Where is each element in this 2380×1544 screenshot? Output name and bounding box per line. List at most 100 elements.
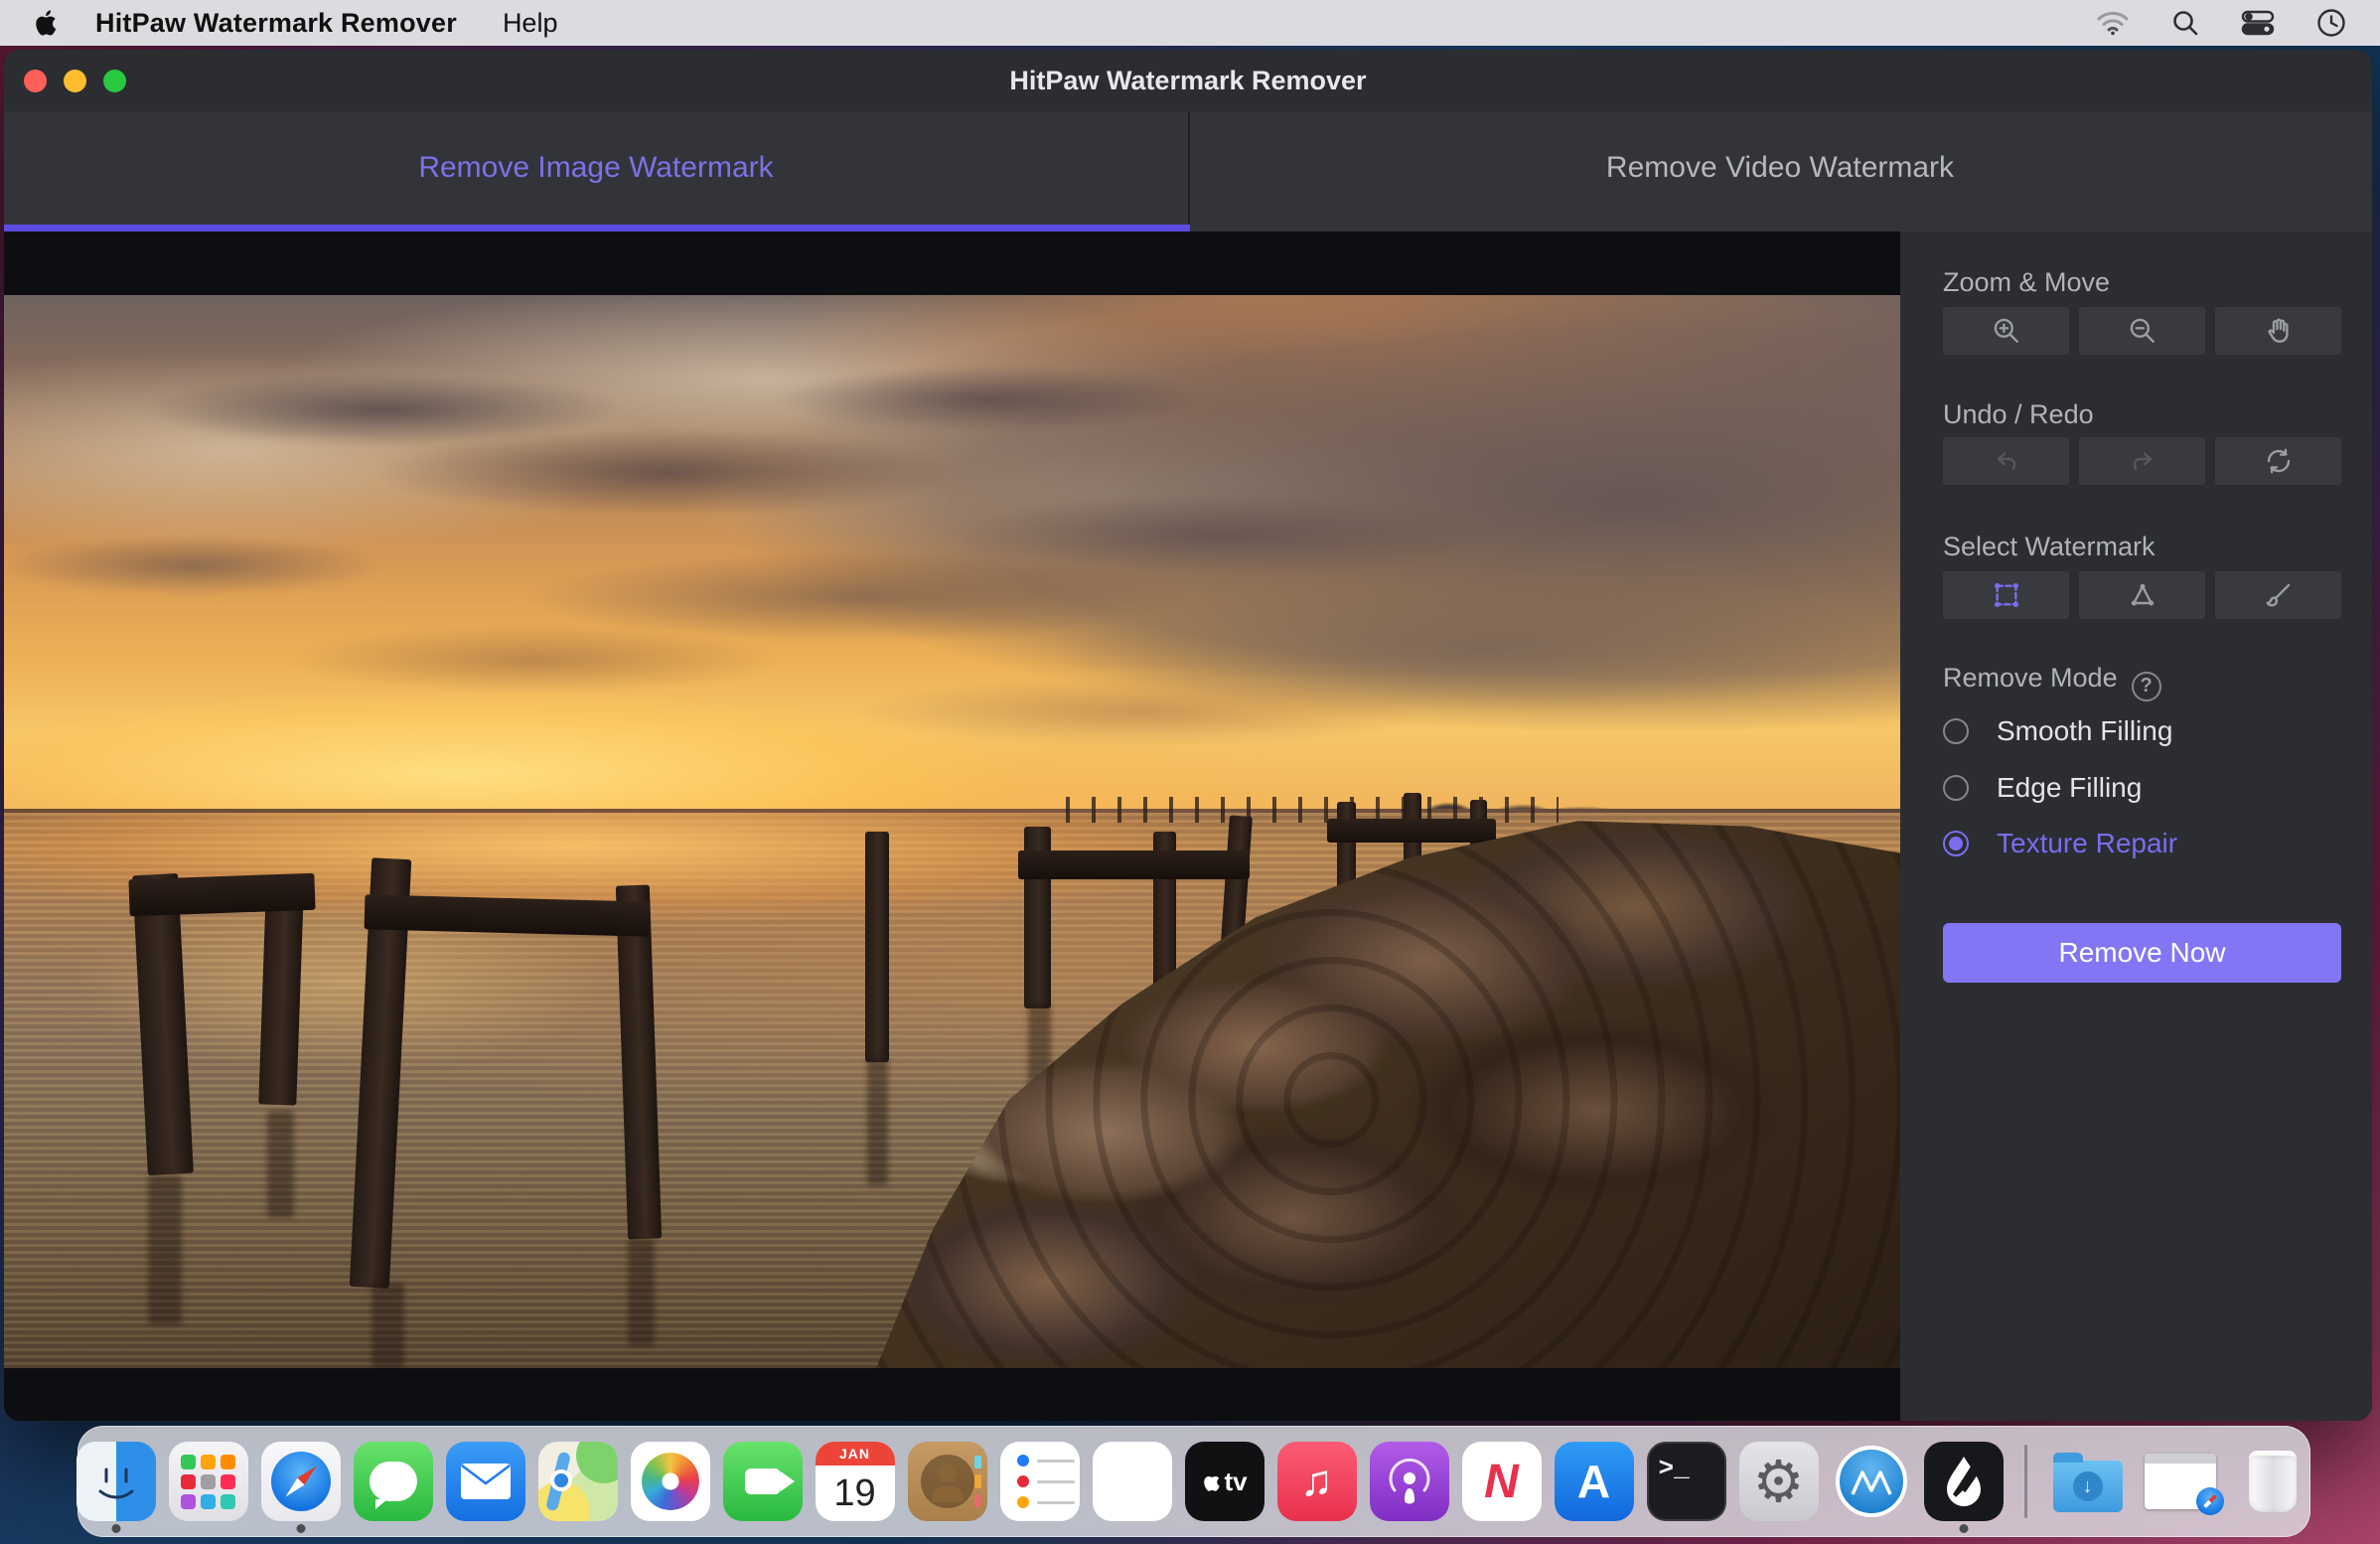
dock-reminders-icon[interactable] — [999, 1442, 1080, 1521]
dock-safari-icon[interactable] — [260, 1442, 341, 1533]
window-titlebar[interactable]: HitPaw Watermark Remover — [4, 50, 2372, 111]
menubar-app-name: HitPaw Watermark Remover — [95, 7, 457, 38]
menu-bar: HitPaw Watermark Remover Help — [0, 0, 2380, 46]
news-n-glyph: N — [1484, 1455, 1519, 1508]
radio-edge-filling[interactable]: Edge Filling — [1943, 770, 2142, 806]
dock-finder-icon[interactable] — [75, 1442, 156, 1533]
minimized-window-thumbnail — [2144, 1454, 2224, 1515]
undo-button[interactable] — [1943, 437, 2069, 485]
polygon-selection-button[interactable] — [2079, 571, 2205, 619]
zoom-out-icon — [2130, 318, 2155, 343]
zoom-move-toolrow — [1943, 307, 2341, 355]
section-select-watermark-title: Select Watermark — [1943, 532, 2156, 561]
dock-mail-icon[interactable] — [445, 1442, 525, 1521]
dock-facetime-icon[interactable] — [722, 1442, 803, 1521]
dock-terminal-icon[interactable]: >_ — [1646, 1442, 1726, 1521]
help-icon[interactable]: ? — [2131, 671, 2161, 701]
tab-remove-image-watermark[interactable]: Remove Image Watermark — [4, 111, 1188, 225]
radio-circle-texture-repair[interactable] — [1943, 831, 1969, 856]
hitpaw-running-dot — [1959, 1524, 1968, 1533]
safari-compass — [270, 1452, 331, 1511]
zoom-in-icon — [1994, 318, 2018, 343]
traffic-lights — [24, 50, 126, 111]
calendar-month: JAN — [815, 1442, 895, 1466]
pier-beam — [364, 894, 650, 937]
tab-remove-video-watermark[interactable]: Remove Video Watermark — [1188, 111, 2372, 225]
reset-button[interactable] — [2215, 437, 2341, 485]
radio-smooth-filling[interactable]: Smooth Filling — [1943, 713, 2172, 749]
appletv-apple-glyph — [1204, 1475, 1221, 1491]
minimize-button[interactable] — [64, 69, 86, 92]
safari-running-dot — [296, 1524, 305, 1533]
messages-bubble — [369, 1462, 417, 1509]
dock-notes-icon[interactable] — [1092, 1442, 1172, 1521]
calendar-day: 19 — [833, 1471, 876, 1514]
pier-reflection — [866, 1056, 888, 1186]
control-center-icon[interactable] — [2241, 10, 2275, 36]
dock-app-cleaner-icon[interactable] — [1832, 1442, 1911, 1521]
pier-post — [864, 832, 890, 1063]
photo-clouds — [4, 295, 1900, 816]
dock-news-icon[interactable]: N — [1461, 1442, 1542, 1521]
dock-podcasts-icon[interactable] — [1369, 1442, 1449, 1521]
brush-selection-button[interactable] — [2215, 571, 2341, 619]
dock-minimized-window-icon[interactable] — [2141, 1442, 2224, 1521]
editor-canvas[interactable] — [4, 232, 1900, 1421]
dock-music-icon[interactable]: ♫ — [1276, 1442, 1357, 1521]
dock-photos-icon[interactable] — [630, 1442, 710, 1521]
pan-hand-icon — [2267, 318, 2289, 343]
window-title: HitPaw Watermark Remover — [1009, 65, 1367, 95]
dock-maps-icon[interactable] — [537, 1442, 618, 1521]
dock: JAN 19 tv ♫ N A >_ ⚙ ↓ — [75, 1426, 2312, 1537]
dock-calendar-icon[interactable]: JAN 19 — [815, 1442, 895, 1521]
appstore-a-glyph: A — [1576, 1456, 1611, 1507]
dock-trash-icon[interactable] — [2233, 1442, 2312, 1521]
dock-appletv-icon[interactable]: tv — [1184, 1442, 1264, 1521]
clock-icon[interactable] — [2316, 8, 2346, 38]
dock-downloads-folder-icon[interactable]: ↓ — [2048, 1442, 2128, 1521]
dock-launchpad-icon[interactable] — [168, 1442, 248, 1521]
pier-beam — [1018, 850, 1251, 879]
zoom-out-button[interactable] — [2079, 307, 2205, 355]
apple-menu-icon[interactable] — [28, 8, 62, 38]
section-zoom-move-title: Zoom & Move — [1943, 267, 2111, 297]
menubar-status-icons — [2096, 8, 2352, 38]
pier-reflection — [267, 1110, 295, 1218]
dock-contacts-icon[interactable] — [907, 1442, 987, 1521]
pan-hand-button[interactable] — [2215, 307, 2341, 355]
dock-hitpaw-icon[interactable] — [1923, 1442, 2004, 1533]
close-button[interactable] — [24, 69, 47, 92]
radio-texture-repair[interactable]: Texture Repair — [1943, 826, 2177, 861]
dock-messages-icon[interactable] — [353, 1442, 433, 1521]
finder-running-dot — [111, 1524, 120, 1533]
radio-circle-smooth-filling[interactable] — [1943, 718, 1969, 744]
pier-reflection — [628, 1239, 655, 1347]
zoom-in-button[interactable] — [1943, 307, 2069, 355]
radio-label-texture-repair: Texture Repair — [1997, 828, 2178, 858]
terminal-prompt-glyph: >_ — [1658, 1454, 1690, 1483]
pier-reflection — [148, 1174, 183, 1325]
dock-appstore-icon[interactable]: A — [1554, 1442, 1634, 1521]
radio-label-edge-filling: Edge Filling — [1997, 772, 2143, 803]
radio-circle-edge-filling[interactable] — [1943, 775, 1969, 801]
safari-badge-icon — [2195, 1487, 2224, 1515]
redo-button[interactable] — [2079, 437, 2205, 485]
remove-now-button[interactable]: Remove Now — [1943, 923, 2341, 983]
dock-system-preferences-icon[interactable]: ⚙ — [1738, 1442, 1819, 1521]
marquee-selection-button[interactable] — [1943, 571, 2069, 619]
tab-divider — [1188, 111, 1190, 225]
mail-envelope — [460, 1464, 511, 1499]
app-window: HitPaw Watermark Remover Remove Image Wa… — [4, 50, 2372, 1421]
wifi-icon[interactable] — [2096, 10, 2130, 36]
appletv-tv-glyph: tv — [1224, 1466, 1248, 1496]
contacts-silhouette — [920, 1455, 974, 1508]
photo-preview[interactable] — [4, 295, 1900, 1368]
tab-bar: Remove Image Watermark Remove Video Wate… — [4, 111, 2372, 232]
menu-help[interactable]: Help — [503, 8, 558, 39]
pier-beam — [128, 873, 316, 917]
spotlight-search-icon[interactable] — [2171, 9, 2199, 37]
section-undo-redo-title: Undo / Redo — [1943, 399, 2094, 429]
zoom-button[interactable] — [103, 69, 126, 92]
pier-reflection — [372, 1282, 404, 1368]
downloads-folder: ↓ — [2052, 1453, 2123, 1512]
